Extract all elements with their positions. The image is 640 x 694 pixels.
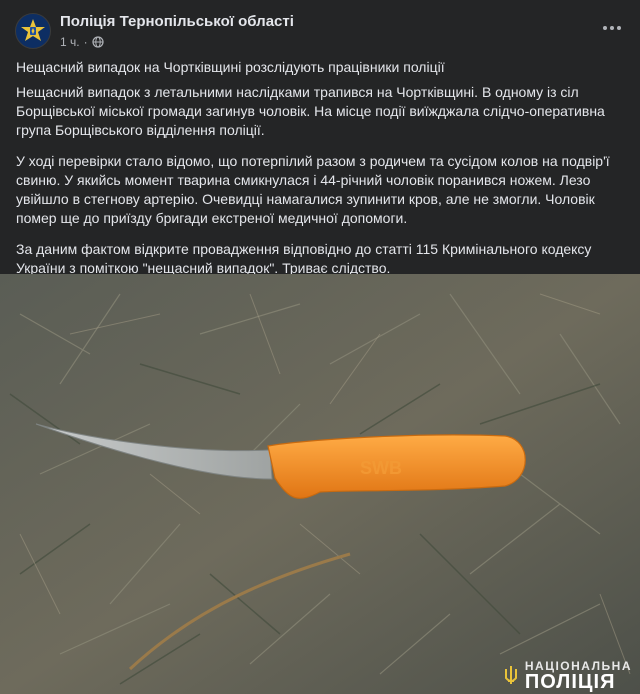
post-time[interactable]: 1 ч. — [60, 35, 80, 49]
post-meta: 1 ч. · — [60, 35, 104, 49]
post-paragraph-2: У ході перевірки стало відомо, що потерп… — [16, 153, 610, 226]
watermark-bottom: ПОЛІЦІЯ — [524, 671, 616, 693]
page-avatar[interactable] — [15, 13, 51, 49]
knife-handle-text: SWB — [360, 458, 402, 478]
page-name[interactable]: Поліція Тернопільської області — [60, 13, 294, 30]
facebook-post: Поліція Тернопільської області 1 ч. · Не… — [0, 0, 640, 694]
police-star-icon — [21, 19, 45, 41]
globe-icon[interactable] — [91, 36, 104, 48]
post-text: Нещасний випадок на Чортківщині розсліду… — [16, 58, 622, 290]
post-paragraph-3: За даним фактом відкрите провадження від… — [16, 241, 592, 276]
post-photo[interactable]: SWB НАЦІОНАЛЬНА ПОЛІЦІЯ — [0, 274, 640, 694]
knife-on-grass-image: SWB — [0, 274, 640, 694]
post-headline: Нещасний випадок на Чортківщині розсліду… — [16, 59, 445, 75]
more-options-icon[interactable] — [598, 14, 626, 42]
police-watermark: НАЦІОНАЛЬНА ПОЛІЦІЯ — [503, 660, 632, 692]
post-paragraph-1: Нещасний випадок з летальними наслідками… — [16, 84, 605, 138]
trident-icon — [504, 666, 517, 684]
